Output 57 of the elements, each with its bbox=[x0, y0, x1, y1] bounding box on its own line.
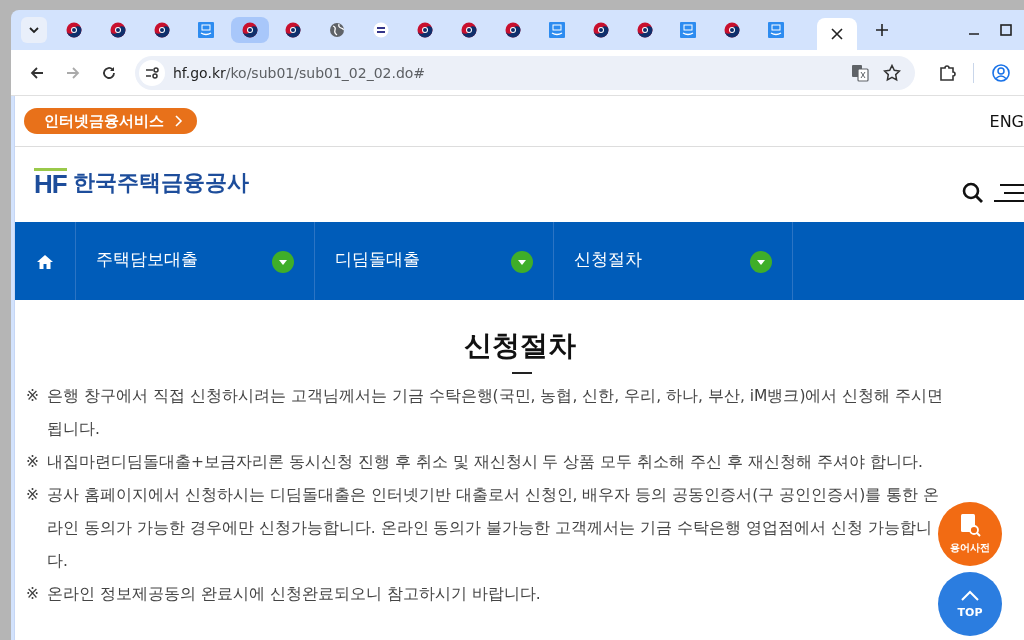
note-marker: ※ bbox=[26, 452, 39, 473]
back-to-top-button[interactable]: TOP bbox=[938, 572, 1002, 636]
site-settings-icon[interactable] bbox=[139, 59, 165, 86]
taegeuk-icon bbox=[636, 22, 653, 38]
note-marker: ※ bbox=[26, 386, 39, 407]
note-text: 공사 홈페이지에서 신청하시는 디딤돌대출은 인터넷기반 대출로서 신청인, 배우자 등의 공동인증서(구 공인인증서)를 통한 온라인 동의가 가능한 경우에만 신청가능합니다. 온라인 동의가 불가능한 고객께서는 기금 수탁은행 영업점에서 신청 가능합니다. bbox=[47, 485, 941, 572]
url-text: hf.go.kr/ko/sub01/sub01_02_02.do# bbox=[173, 64, 426, 81]
translate-icon[interactable] bbox=[851, 63, 869, 82]
nav-menu-item[interactable]: 주택담보대출 bbox=[76, 222, 315, 300]
dropdown-icon bbox=[750, 251, 772, 273]
taegeuk-icon bbox=[461, 22, 477, 38]
globe-icon bbox=[329, 22, 346, 38]
language-link[interactable]: ENG bbox=[989, 111, 1024, 131]
note-text: 내집마련디딤돌대출+보금자리론 동시신청 진행 후 취소 및 재신청시 두 상품 모두 취소해 주신 후 재신청해 주셔야 합니다. bbox=[47, 452, 923, 473]
taegeuk-icon bbox=[592, 22, 609, 38]
note-marker: ※ bbox=[26, 485, 39, 506]
plus-icon bbox=[876, 24, 889, 36]
taegeuk-icon bbox=[504, 22, 521, 38]
taegeuk-icon bbox=[285, 22, 302, 38]
app-icon bbox=[548, 22, 565, 38]
profile-icon[interactable] bbox=[992, 63, 1010, 82]
home-icon bbox=[36, 254, 54, 270]
address-bar[interactable]: hf.go.kr/ko/sub01/sub01_02_02.do# bbox=[135, 55, 915, 90]
star-icon[interactable] bbox=[883, 63, 901, 82]
page-title: 신청절차 bbox=[463, 328, 577, 364]
nav-menu-item[interactable]: 디딤돌대출 bbox=[315, 222, 554, 300]
taegeuk-icon bbox=[109, 22, 126, 38]
chevron-right-icon bbox=[174, 115, 183, 127]
extensions-icon[interactable] bbox=[939, 63, 957, 82]
reload-icon[interactable] bbox=[101, 64, 117, 81]
menu-icon[interactable] bbox=[994, 182, 1024, 203]
app-icon bbox=[768, 22, 785, 38]
nav-menu-item[interactable]: 신청절차 bbox=[554, 222, 793, 300]
seal-icon bbox=[373, 22, 390, 38]
chevron-down-icon bbox=[28, 24, 40, 36]
back-icon[interactable] bbox=[29, 64, 45, 81]
note-text: 온라인 정보제공동의 완료시에 신청완료되오니 참고하시기 바랍니다. bbox=[47, 584, 541, 605]
dropdown-icon bbox=[272, 251, 294, 273]
logo-mark[interactable]: HF bbox=[34, 168, 67, 197]
taegeuk-icon bbox=[724, 22, 741, 38]
note-marker: ※ bbox=[26, 584, 39, 605]
browser-tab[interactable] bbox=[230, 17, 269, 43]
app-icon bbox=[680, 22, 697, 38]
book-search-icon bbox=[959, 513, 981, 537]
dropdown-icon bbox=[511, 251, 533, 273]
app-icon bbox=[197, 22, 214, 38]
maximize-icon[interactable] bbox=[1000, 24, 1012, 36]
taegeuk-icon bbox=[66, 22, 82, 38]
note-text: 은행 창구에서 직접 신청하시려는 고객님께서는 기금 수탁은행(국민, 농협, 신한, 우리, 하나, 부산, iM뱅크)에서 신청해 주시면 됩니다. bbox=[47, 386, 944, 440]
taegeuk-icon bbox=[241, 22, 258, 38]
close-icon bbox=[831, 28, 844, 40]
search-icon[interactable] bbox=[962, 181, 984, 204]
taegeuk-icon bbox=[417, 22, 434, 38]
tab-list-button[interactable] bbox=[21, 17, 47, 43]
logo-text[interactable]: 한국주택금융공사 bbox=[72, 167, 249, 198]
taegeuk-icon bbox=[153, 22, 170, 38]
chevron-up-icon bbox=[960, 589, 980, 602]
